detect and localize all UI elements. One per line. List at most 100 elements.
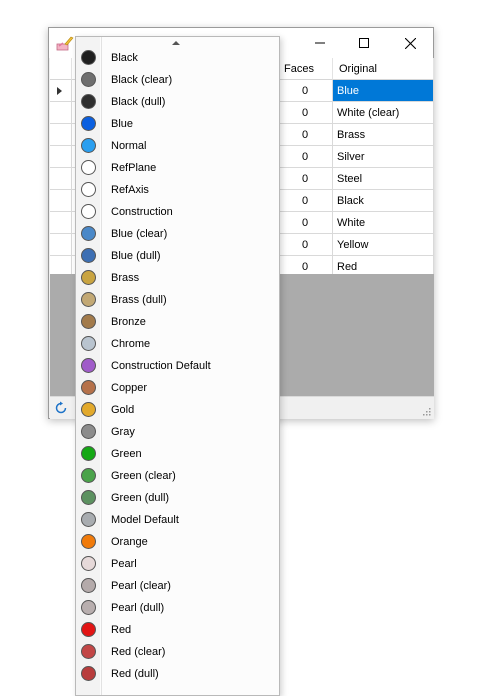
color-swatch-icon (81, 424, 96, 439)
dropdown-item[interactable]: Blue (clear) (76, 223, 279, 245)
original-cell[interactable]: Blue (333, 80, 434, 102)
color-swatch-icon (81, 314, 96, 329)
row-header[interactable] (50, 80, 72, 102)
dropdown-item-label: Bronze (111, 316, 146, 328)
dropdown-item-label: Copper (111, 382, 148, 394)
row-header[interactable] (50, 212, 72, 234)
color-swatch-icon (81, 336, 96, 351)
original-cell[interactable]: Silver (333, 146, 434, 168)
minimize-button[interactable] (297, 28, 343, 58)
dropdown-item-label: Green (111, 448, 142, 460)
dropdown-item[interactable]: Orange (76, 531, 279, 553)
dropdown-item[interactable]: Red (76, 619, 279, 641)
scroll-up-arrow-icon[interactable] (172, 41, 180, 45)
dropdown-item[interactable]: Red (dull) (76, 663, 279, 685)
color-swatch-icon (81, 556, 96, 571)
dropdown-item[interactable]: Gray (76, 421, 279, 443)
color-swatch-icon (81, 248, 96, 263)
color-swatch-icon (81, 402, 96, 417)
dropdown-item-label: Green (clear) (111, 470, 176, 482)
dropdown-item[interactable]: Brass (76, 267, 279, 289)
dropdown-item[interactable]: Copper (76, 377, 279, 399)
dropdown-item-label: Green (dull) (111, 492, 170, 504)
color-swatch-icon (81, 644, 96, 659)
dropdown-item-label: Brass (dull) (111, 294, 167, 306)
row-header[interactable] (50, 234, 72, 256)
original-cell[interactable]: Yellow (333, 234, 434, 256)
dropdown-item[interactable]: Green (76, 443, 279, 465)
maximize-icon (359, 38, 369, 48)
faces-cell[interactable]: 0 (278, 124, 333, 146)
dropdown-item[interactable]: Construction (76, 201, 279, 223)
faces-cell[interactable]: 0 (278, 234, 333, 256)
dropdown-item-label: Orange (111, 536, 148, 548)
color-swatch-icon (81, 468, 96, 483)
maximize-button[interactable] (341, 28, 387, 58)
resize-grip-icon[interactable] (421, 406, 431, 416)
row-header[interactable] (50, 190, 72, 212)
close-icon (404, 37, 416, 49)
dropdown-item[interactable]: Chrome (76, 333, 279, 355)
dropdown-item-label: Red (111, 624, 132, 636)
dropdown-item-label: Pearl (dull) (111, 602, 165, 614)
dropdown-item-label: Gold (111, 404, 135, 416)
color-swatch-icon (81, 358, 96, 373)
dropdown-item[interactable]: Green (clear) (76, 465, 279, 487)
dropdown-item[interactable]: Bronze (76, 311, 279, 333)
dropdown-item[interactable]: Normal (76, 135, 279, 157)
dropdown-item-label: RefAxis (111, 184, 149, 196)
minimize-icon (315, 42, 325, 44)
refresh-icon[interactable] (54, 401, 68, 415)
row-header[interactable] (50, 168, 72, 190)
faces-cell[interactable]: 0 (278, 146, 333, 168)
dropdown-item[interactable]: Model Default (76, 509, 279, 531)
original-cell[interactable]: Black (333, 190, 434, 212)
color-swatch-icon (81, 578, 96, 593)
dropdown-item-label: Pearl (111, 558, 137, 570)
dropdown-item[interactable]: RefPlane (76, 157, 279, 179)
faces-cell[interactable]: 0 (278, 212, 333, 234)
dropdown-item[interactable]: Red (clear) (76, 641, 279, 663)
paint-brush-icon (56, 36, 74, 51)
color-swatch-icon (81, 600, 96, 615)
dropdown-item[interactable]: Pearl (76, 553, 279, 575)
original-cell[interactable]: Brass (333, 124, 434, 146)
close-button[interactable] (387, 28, 433, 58)
color-swatch-icon (81, 512, 96, 527)
row-header[interactable] (50, 102, 72, 124)
column-header-faces[interactable]: Faces (278, 58, 333, 80)
faces-cell[interactable]: 0 (278, 102, 333, 124)
dropdown-item-label: Normal (111, 140, 147, 152)
dropdown-item[interactable]: Green (dull) (76, 487, 279, 509)
original-cell[interactable]: Steel (333, 168, 434, 190)
dropdown-item[interactable]: Pearl (dull) (76, 597, 279, 619)
original-cell[interactable]: White (333, 212, 434, 234)
faces-cell[interactable]: 0 (278, 190, 333, 212)
color-swatch-icon (81, 380, 96, 395)
dropdown-item[interactable]: RefAxis (76, 179, 279, 201)
original-cell[interactable]: White (clear) (333, 102, 434, 124)
dropdown-item[interactable]: Construction Default (76, 355, 279, 377)
row-header[interactable] (50, 146, 72, 168)
dropdown-item[interactable]: Brass (dull) (76, 289, 279, 311)
faces-cell[interactable]: 0 (278, 80, 333, 102)
color-dropdown-list[interactable]: Black Black (clear) Black (dull) Blue Normal… (75, 36, 280, 696)
dropdown-item[interactable]: Pearl (clear) (76, 575, 279, 597)
color-swatch-icon (81, 50, 96, 65)
row-header[interactable] (50, 124, 72, 146)
dropdown-item-label: Red (dull) (111, 668, 159, 680)
dropdown-item-label: Pearl (clear) (111, 580, 171, 592)
current-row-arrow-icon (57, 87, 62, 95)
dropdown-item[interactable]: Black (76, 47, 279, 69)
dropdown-item-label: Blue (clear) (111, 228, 168, 240)
column-header-original[interactable]: Original (333, 58, 434, 80)
dropdown-item[interactable]: Gold (76, 399, 279, 421)
dropdown-item[interactable]: Black (dull) (76, 91, 279, 113)
dropdown-item[interactable]: Blue (76, 113, 279, 135)
color-swatch-icon (81, 94, 96, 109)
dropdown-item[interactable]: Black (clear) (76, 69, 279, 91)
faces-cell[interactable]: 0 (278, 168, 333, 190)
dropdown-item-label: Blue (111, 118, 134, 130)
color-swatch-icon (81, 622, 96, 637)
dropdown-item[interactable]: Blue (dull) (76, 245, 279, 267)
